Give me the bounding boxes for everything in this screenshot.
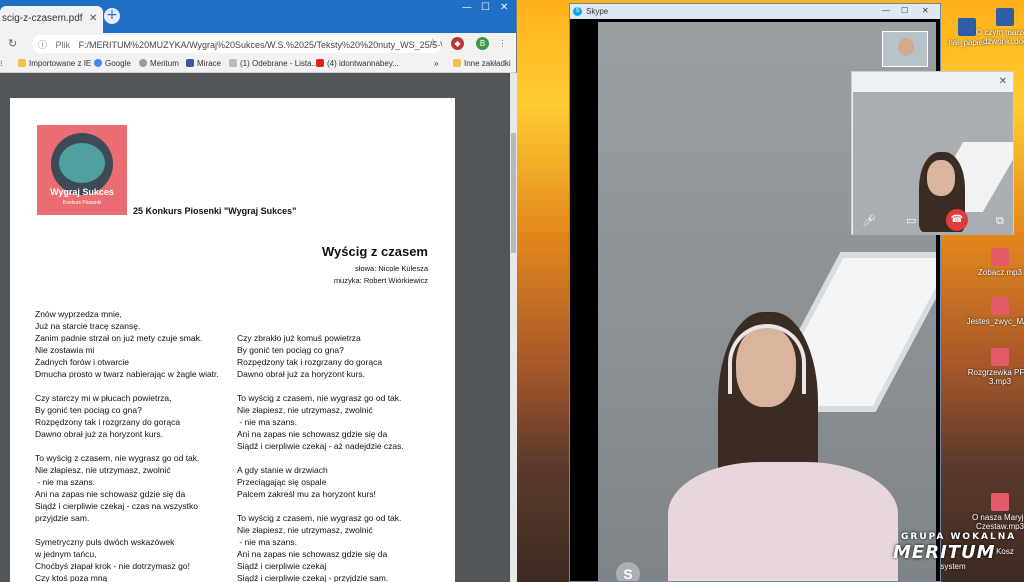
address-bar[interactable]: ⓘ Plik F:/MERITUM%20MUZYKA/Wygraj%20Sukc… (32, 35, 442, 53)
profile-avatar[interactable]: B (476, 37, 489, 50)
extension-shield-icon[interactable]: ◆ (451, 37, 464, 50)
bookmark-item[interactable]: (1) Odebrane - Lista... (229, 59, 318, 68)
minimize-icon[interactable]: — (882, 6, 890, 15)
bookmark-item[interactable]: Meritum (139, 59, 179, 68)
facebook-icon (186, 59, 194, 67)
site-icon (229, 59, 237, 67)
person-face (927, 160, 955, 196)
headphones (728, 324, 806, 394)
desktop-file-icon[interactable]: O czym marzom dzwonki.doc (970, 8, 1024, 46)
browser-window: scig-z-czasem.pdf ✕ + — ☐ ✕ ↻ ⓘ Plik F:/… (0, 0, 517, 582)
bookmark-item[interactable]: (4) idontwannabey... (316, 59, 399, 68)
info-icon: ⓘ (38, 40, 48, 50)
music-credit: muzyka: Robert Wiórkiewicz (333, 276, 428, 285)
person-shirt (668, 462, 898, 581)
lyrics-stanza: Czy starczy mi w płucach powietrza, By g… (35, 393, 181, 439)
call-popup-header: ✕ (852, 72, 1013, 92)
pdf-page: Wygraj Sukces Konkurs Piosenki 25 Konkur… (10, 98, 455, 582)
lyrics-stanza: A gdy stanie w drzwiach Przeciągając się… (237, 465, 376, 499)
bookmark-item[interactable]: ⁝ (0, 59, 3, 68)
site-icon (139, 59, 147, 67)
switch-window-icon[interactable]: ⧉ (996, 214, 1004, 228)
bookmark-star-icon[interactable]: ☆ (428, 36, 438, 49)
audio-file-icon (991, 297, 1009, 315)
lyrics-column-left: Znów wyprzedza mnie, Już na starcie trac… (35, 308, 219, 582)
new-tab-button[interactable]: + (104, 8, 120, 24)
reload-icon[interactable]: ↻ (8, 37, 17, 50)
desktop-file-icon[interactable]: O nasza Maryjo Czestaw.mp3 (965, 493, 1024, 531)
google-icon (94, 59, 102, 67)
lyrics-column-right: Czy zbrakło już komuś powietrza By gonić… (237, 332, 404, 582)
call-popup-window: ✕ 🎤︎ ▭ ☎ ⧉ (851, 71, 1014, 235)
close-window-icon[interactable]: ✕ (922, 6, 929, 15)
scrollbar-thumb[interactable] (511, 133, 516, 253)
audio-file-icon (991, 248, 1009, 266)
maximize-icon[interactable]: ☐ (901, 6, 908, 15)
browser-tab[interactable]: scig-z-czasem.pdf (0, 6, 103, 33)
contest-logo: Wygraj Sukces Konkurs Piosenki (37, 125, 127, 215)
desktop-file-icon[interactable]: Zobacz.mp3 (965, 248, 1024, 277)
audio-file-icon (991, 348, 1009, 366)
document-icon (996, 8, 1014, 26)
other-bookmarks-folder[interactable]: Inne zakładki (453, 59, 511, 68)
hang-up-button[interactable]: ☎ (946, 209, 968, 231)
lyrics-stanza: Symetryczny puls dwóch wskazówek w jedny… (35, 537, 190, 582)
maximize-icon[interactable]: ☐ (481, 2, 490, 13)
close-tab-icon[interactable]: ✕ (89, 13, 97, 24)
folder-icon (18, 59, 26, 67)
audio-file-icon (991, 493, 1009, 511)
bookmark-item[interactable]: Importowane z IE (18, 59, 91, 68)
menu-icon[interactable]: ⋮ (496, 37, 509, 50)
lyrics-stanza: To wyścig z czasem, nie wygrasz go od ta… (35, 453, 200, 523)
youtube-icon (316, 59, 324, 67)
folder-icon (453, 59, 461, 67)
call-video-preview: 🎤︎ ▭ ☎ ⧉ (853, 92, 1013, 235)
browser-toolbar: ↻ ⓘ Plik F:/MERITUM%20MUZYKA/Wygraj%20Su… (0, 33, 516, 55)
meritum-watermark: GRUPA WOKALNA MERITUM (893, 532, 1017, 563)
bookmarks-bar: ⁝ Importowane z IE Google Meritum Mirace… (0, 55, 516, 73)
skype-titlebar: S Skype — ☐ ✕ (570, 4, 940, 19)
lyrics-stanza: Czy zbrakło już komuś powietrza By gonić… (237, 333, 383, 379)
self-preview[interactable] (882, 31, 928, 67)
logo-graphic (51, 133, 113, 195)
desktop-file-icon[interactable]: Jestes_zwyc_MAZ (965, 297, 1024, 326)
scrollbar[interactable] (510, 73, 517, 582)
minimize-icon[interactable]: — (462, 2, 472, 13)
tab-strip: scig-z-czasem.pdf ✕ + — ☐ ✕ (0, 0, 516, 33)
contest-heading: 25 Konkurs Piosenki "Wygraj Sukces" (133, 206, 297, 216)
lyrics-credit: słowa: Nicole Kulesza (355, 264, 428, 273)
skype-logo-icon: S (573, 7, 582, 16)
close-window-icon[interactable]: ✕ (500, 2, 508, 13)
desktop-file-icon[interactable]: Rozgrzewka PFP-3.mp3 (965, 348, 1024, 386)
bookmark-item[interactable]: Mirace (186, 59, 221, 68)
more-bookmarks-button[interactable]: » (434, 59, 438, 68)
lyrics-stanza: To wyścig z czasem, nie wygrasz go od ta… (237, 393, 404, 451)
bookmark-item[interactable]: Google (94, 59, 131, 68)
camera-icon[interactable]: ▭ (906, 214, 916, 227)
song-title: Wyścig z czasem (322, 244, 428, 259)
close-icon[interactable]: ✕ (999, 76, 1007, 87)
lyrics-stanza: To wyścig z czasem, nie wygrasz go od ta… (237, 513, 402, 582)
skype-watermark-icon: S (616, 562, 640, 581)
microphone-icon[interactable]: 🎤︎ (862, 214, 876, 227)
lyrics-stanza: Znów wyprzedza mnie, Już na starcie trac… (35, 309, 219, 379)
